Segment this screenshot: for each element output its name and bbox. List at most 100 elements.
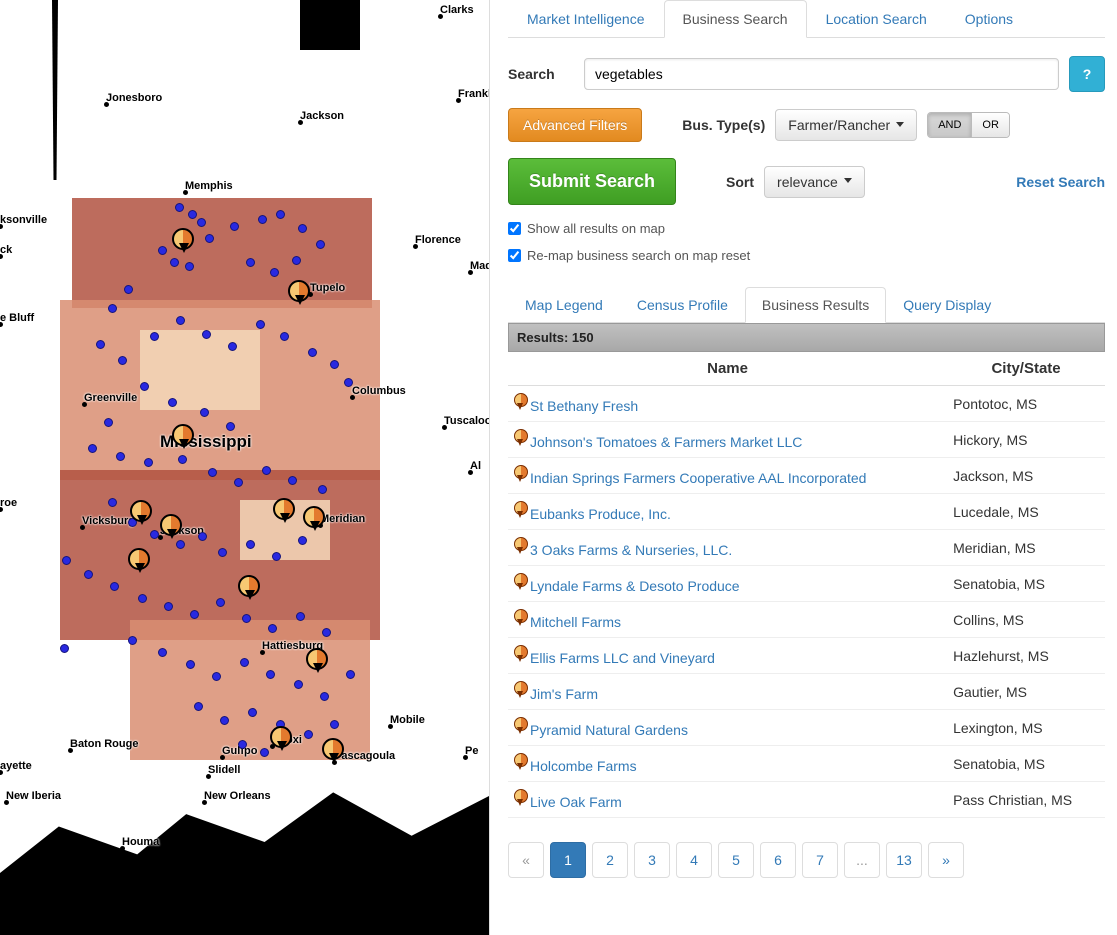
result-dot[interactable] bbox=[198, 532, 207, 541]
subtab-business-results[interactable]: Business Results bbox=[745, 287, 886, 323]
result-dot[interactable] bbox=[240, 658, 249, 667]
tab-location-search[interactable]: Location Search bbox=[807, 0, 946, 38]
result-dot[interactable] bbox=[186, 660, 195, 669]
result-dot[interactable] bbox=[308, 348, 317, 357]
business-link[interactable]: Eubanks Produce, Inc. bbox=[530, 506, 671, 522]
business-link[interactable]: Holcombe Farms bbox=[530, 758, 637, 774]
result-dot[interactable] bbox=[208, 468, 217, 477]
result-dot[interactable] bbox=[124, 285, 133, 294]
result-dot[interactable] bbox=[262, 466, 271, 475]
result-dot[interactable] bbox=[60, 644, 69, 653]
result-dot[interactable] bbox=[226, 422, 235, 431]
result-dot[interactable] bbox=[246, 540, 255, 549]
page-4[interactable]: 4 bbox=[676, 842, 712, 878]
tab-options[interactable]: Options bbox=[946, 0, 1032, 38]
page-«[interactable]: « bbox=[508, 842, 544, 878]
result-dot[interactable] bbox=[270, 268, 279, 277]
checkbox-1[interactable] bbox=[508, 249, 521, 262]
result-dot[interactable] bbox=[260, 748, 269, 757]
page-13[interactable]: 13 bbox=[886, 842, 922, 878]
result-dot[interactable] bbox=[304, 730, 313, 739]
cluster-marker[interactable] bbox=[303, 506, 325, 528]
result-dot[interactable] bbox=[164, 602, 173, 611]
result-dot[interactable] bbox=[175, 203, 184, 212]
result-dot[interactable] bbox=[316, 240, 325, 249]
result-dot[interactable] bbox=[318, 485, 327, 494]
result-dot[interactable] bbox=[212, 672, 221, 681]
result-dot[interactable] bbox=[62, 556, 71, 565]
result-dot[interactable] bbox=[322, 628, 331, 637]
cluster-marker[interactable] bbox=[288, 280, 310, 302]
help-button[interactable]: ? bbox=[1069, 56, 1105, 92]
result-dot[interactable] bbox=[298, 224, 307, 233]
bus-types-dropdown[interactable]: Farmer/Rancher bbox=[775, 109, 917, 141]
cluster-marker[interactable] bbox=[128, 548, 150, 570]
result-dot[interactable] bbox=[330, 720, 339, 729]
result-dot[interactable] bbox=[118, 356, 127, 365]
result-dot[interactable] bbox=[108, 304, 117, 313]
result-dot[interactable] bbox=[320, 692, 329, 701]
result-dot[interactable] bbox=[138, 594, 147, 603]
result-dot[interactable] bbox=[84, 570, 93, 579]
subtab-map-legend[interactable]: Map Legend bbox=[508, 287, 620, 323]
result-dot[interactable] bbox=[246, 258, 255, 267]
result-dot[interactable] bbox=[197, 218, 206, 227]
business-link[interactable]: Ellis Farms LLC and Vineyard bbox=[530, 650, 715, 666]
result-dot[interactable] bbox=[96, 340, 105, 349]
result-dot[interactable] bbox=[170, 258, 179, 267]
result-dot[interactable] bbox=[272, 552, 281, 561]
result-dot[interactable] bbox=[185, 262, 194, 271]
tab-market-intelligence[interactable]: Market Intelligence bbox=[508, 0, 664, 38]
result-dot[interactable] bbox=[108, 498, 117, 507]
result-dot[interactable] bbox=[330, 360, 339, 369]
result-dot[interactable] bbox=[128, 636, 137, 645]
cluster-marker[interactable] bbox=[270, 726, 292, 748]
result-dot[interactable] bbox=[202, 330, 211, 339]
cluster-marker[interactable] bbox=[273, 498, 295, 520]
result-dot[interactable] bbox=[344, 378, 353, 387]
result-dot[interactable] bbox=[268, 624, 277, 633]
result-dot[interactable] bbox=[176, 316, 185, 325]
result-dot[interactable] bbox=[288, 476, 297, 485]
tab-business-search[interactable]: Business Search bbox=[664, 0, 807, 38]
result-dot[interactable] bbox=[234, 478, 243, 487]
result-dot[interactable] bbox=[266, 670, 275, 679]
cluster-marker[interactable] bbox=[172, 424, 194, 446]
result-dot[interactable] bbox=[258, 215, 267, 224]
business-link[interactable]: Pyramid Natural Gardens bbox=[530, 722, 688, 738]
cluster-marker[interactable] bbox=[130, 500, 152, 522]
result-dot[interactable] bbox=[296, 612, 305, 621]
result-dot[interactable] bbox=[346, 670, 355, 679]
subtab-query-display[interactable]: Query Display bbox=[886, 287, 1008, 323]
result-dot[interactable] bbox=[228, 342, 237, 351]
cluster-marker[interactable] bbox=[322, 738, 344, 760]
business-link[interactable]: Lyndale Farms & Desoto Produce bbox=[530, 578, 740, 594]
result-dot[interactable] bbox=[216, 598, 225, 607]
result-dot[interactable] bbox=[238, 740, 247, 749]
result-dot[interactable] bbox=[150, 530, 159, 539]
business-link[interactable]: Johnson's Tomatoes & Farmers Market LLC bbox=[530, 434, 802, 450]
result-dot[interactable] bbox=[158, 648, 167, 657]
page-7[interactable]: 7 bbox=[802, 842, 838, 878]
result-dot[interactable] bbox=[230, 222, 239, 231]
page-3[interactable]: 3 bbox=[634, 842, 670, 878]
business-link[interactable]: St Bethany Fresh bbox=[530, 398, 638, 414]
cluster-marker[interactable] bbox=[238, 575, 260, 597]
page-5[interactable]: 5 bbox=[718, 842, 754, 878]
result-dot[interactable] bbox=[188, 210, 197, 219]
result-dot[interactable] bbox=[298, 536, 307, 545]
result-dot[interactable] bbox=[205, 234, 214, 243]
result-dot[interactable] bbox=[276, 210, 285, 219]
page-»[interactable]: » bbox=[928, 842, 964, 878]
page-2[interactable]: 2 bbox=[592, 842, 628, 878]
result-dot[interactable] bbox=[194, 702, 203, 711]
cluster-marker[interactable] bbox=[306, 648, 328, 670]
search-input[interactable] bbox=[584, 58, 1059, 90]
result-dot[interactable] bbox=[200, 408, 209, 417]
page-1[interactable]: 1 bbox=[550, 842, 586, 878]
submit-search-button[interactable]: Submit Search bbox=[508, 158, 676, 205]
result-dot[interactable] bbox=[88, 444, 97, 453]
checkbox-0[interactable] bbox=[508, 222, 521, 235]
business-link[interactable]: 3 Oaks Farms & Nurseries, LLC. bbox=[530, 542, 732, 558]
result-dot[interactable] bbox=[158, 246, 167, 255]
